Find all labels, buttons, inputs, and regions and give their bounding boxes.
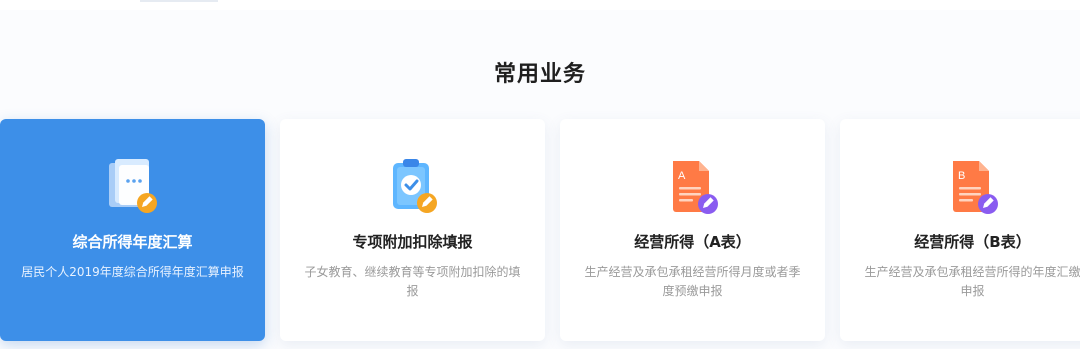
card-description: 生产经营及承包承租经营所得的年度汇缴申报	[864, 265, 1080, 298]
card-title: 经营所得（A表）	[634, 233, 751, 251]
form-a-icon: A	[672, 161, 718, 214]
clipboard-check-icon	[392, 159, 437, 213]
card-title: 专项附加扣除填报	[352, 233, 473, 251]
card-title: 经营所得（B表）	[914, 233, 1031, 251]
card-title: 综合所得年度汇算	[72, 233, 193, 251]
card-business-income-a[interactable]: A 经营所得（A表） 生产经营及承包承租经营所得月度或者季度预缴申报	[560, 119, 825, 341]
card-special-deduction[interactable]: 专项附加扣除填报 子女教育、继续教育等专项附加扣除的填报	[280, 119, 545, 341]
card-business-income-b[interactable]: B 经营所得（B表） 生产经营及承包承租经营所得的年度汇缴申报	[840, 119, 1080, 341]
top-nav-active-tab	[140, 0, 218, 2]
svg-text:A: A	[678, 170, 686, 182]
card-annual-settlement[interactable]: 综合所得年度汇算 居民个人2019年度综合所得年度汇算申报	[0, 119, 265, 341]
top-nav-strip	[0, 0, 1080, 10]
page: 常用业务 综合所得年度汇算 居民个人2019年度综合所得年度汇算申报 专项附加扣…	[0, 0, 1080, 349]
section-title: 常用业务	[493, 62, 586, 87]
card-description: 生产经营及承包承租经营所得月度或者季度预缴申报	[584, 265, 801, 298]
common-services-section: 常用业务 综合所得年度汇算 居民个人2019年度综合所得年度汇算申报 专项附加扣…	[0, 10, 1080, 349]
card-description: 居民个人2019年度综合所得年度汇算申报	[21, 265, 244, 279]
card-description: 子女教育、继续教育等专项附加扣除的填报	[304, 265, 521, 298]
document-pen-icon	[108, 159, 157, 213]
svg-text:B: B	[958, 170, 965, 182]
form-b-icon: B	[952, 161, 998, 214]
